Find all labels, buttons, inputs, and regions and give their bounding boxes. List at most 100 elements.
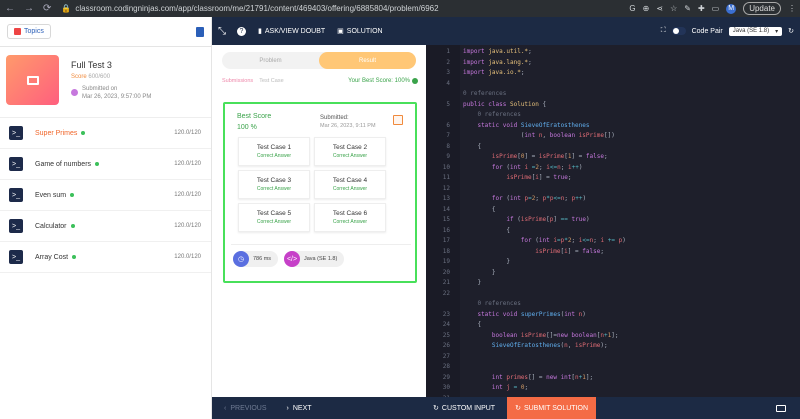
submit-solution-button[interactable]: ↻ SUBMIT SOLUTION	[507, 397, 596, 419]
code-text[interactable]: SieveOfEratosthenes(n, isPrime);	[463, 342, 608, 350]
code-editor[interactable]: 1 import java.util.*; 2 import java.lang.*;…	[426, 45, 800, 397]
line-number: 14	[442, 205, 450, 213]
test-case-card[interactable]: Test Case 2 Correct Answer	[314, 137, 386, 166]
problem-item[interactable]: >_ Array Cost 120.0/120	[0, 242, 211, 273]
update-button[interactable]: Update	[743, 2, 781, 15]
code-text[interactable]: isPrime[i] = true;	[463, 174, 571, 182]
code-text[interactable]: int primes[] = new int[n+1];	[463, 374, 593, 382]
previous-button[interactable]: ‹ PREVIOUS	[224, 405, 267, 412]
code-text[interactable]: {	[463, 206, 496, 214]
runtime-badge: ◷ 786 ms	[233, 251, 279, 267]
code-pair-toggle[interactable]	[671, 27, 686, 35]
tab-result[interactable]: Result	[319, 52, 416, 69]
sidebar-header: Topics	[0, 17, 211, 47]
line-number: 13	[442, 195, 450, 202]
problem-item[interactable]: >_ Super Primes 120.0/120	[0, 118, 211, 149]
code-text[interactable]: isPrime[0] = isPrime[1] = false;	[463, 153, 608, 161]
code-icon: </>	[284, 251, 300, 267]
problem-item[interactable]: >_ Calculator 120.0/120	[0, 211, 211, 242]
ask-doubt-button[interactable]: ▮ ASK/VIEW DOUBT	[258, 27, 325, 36]
test-case-status: Correct Answer	[256, 219, 292, 225]
zoom-icon[interactable]: ⊕	[643, 4, 650, 13]
keyboard-icon[interactable]	[776, 404, 786, 412]
code-text[interactable]: if (isPrime[p] == true)	[463, 216, 589, 224]
line-number: 4	[446, 79, 450, 87]
code-text[interactable]: (int n, boolean isPrime[])	[463, 132, 615, 140]
test-case-card[interactable]: Test Case 6 Correct Answer	[314, 203, 386, 232]
previous-label: PREVIOUS	[230, 404, 267, 412]
problem-score: 120.0/120	[174, 223, 201, 229]
fullscreen-icon[interactable]: ⛶	[661, 27, 666, 35]
code-text[interactable]: for (int i =2; i<=n; i++)	[463, 164, 583, 172]
code-text[interactable]: int j = 0;	[463, 384, 528, 392]
code-text[interactable]: 0 references	[463, 90, 506, 98]
extensions-icon[interactable]: ✚	[698, 4, 705, 13]
reload-icon[interactable]: ⟳	[43, 3, 51, 14]
code-text[interactable]: {	[463, 143, 481, 151]
best-score-text: Your Best Score: 100%	[348, 78, 410, 84]
expand-icon[interactable]: ⤡	[218, 26, 226, 37]
code-text[interactable]: for (int p=2; p*p<=n; p++)	[463, 195, 586, 203]
code-text[interactable]: public class Solution {	[463, 101, 546, 109]
best-score-summary: Your Best Score: 100%	[348, 78, 418, 84]
share-icon[interactable]: ⋖	[656, 4, 663, 13]
url-text[interactable]: classroom.codingninjas.com/app/classroom…	[75, 4, 438, 13]
code-text[interactable]: import java.io.*;	[463, 69, 524, 77]
code-text[interactable]: import java.util.*;	[463, 48, 532, 56]
code-text[interactable]: for (int i=p*2; i<=n; i += p)	[463, 237, 626, 245]
address-bar[interactable]: 🔒 classroom.codingninjas.com/app/classro…	[61, 4, 438, 13]
back-icon[interactable]: ←	[5, 3, 15, 14]
terminal-icon: >_	[9, 219, 23, 233]
code-text[interactable]: static void SieveOfEratosthenes	[463, 122, 589, 130]
sidebar-panel-icon[interactable]: ▭	[712, 4, 720, 13]
reset-icon[interactable]: ↻	[788, 27, 794, 35]
submitted-date: Mar 26, 2023, 9:57:00 PM	[82, 93, 152, 100]
line-number: 30	[442, 384, 450, 391]
problem-result-tabs: Problem Result	[222, 52, 416, 69]
profile-avatar[interactable]: M	[726, 3, 737, 14]
forward-icon[interactable]: →	[24, 3, 34, 14]
test-case-link[interactable]: Test Case	[259, 78, 283, 84]
test-case-card[interactable]: Test Case 1 Correct Answer	[238, 137, 310, 166]
code-text[interactable]: 0 references	[463, 300, 520, 308]
code-text[interactable]: }	[463, 269, 496, 277]
solved-dot	[72, 255, 77, 259]
next-button[interactable]: › NEXT	[287, 405, 312, 412]
test-case-name: Test Case 1	[256, 144, 292, 151]
extension-pen-icon[interactable]: ✎	[684, 4, 691, 13]
code-text[interactable]: {	[463, 321, 481, 329]
topics-button[interactable]: Topics	[7, 24, 51, 39]
problem-name: Game of numbers	[35, 160, 92, 168]
submissions-link[interactable]: Submissions	[222, 78, 253, 84]
code-text[interactable]: }	[463, 258, 510, 266]
line-number: 12	[442, 184, 450, 192]
custom-input-button[interactable]: ↻ CUSTOM INPUT	[433, 404, 495, 413]
help-icon[interactable]: ?	[237, 26, 246, 36]
code-text[interactable]: static void superPrimes(int n)	[463, 311, 585, 319]
language-select[interactable]: Java (SE 1.8) ▾	[728, 26, 783, 36]
code-text[interactable]: {	[463, 227, 510, 235]
code-text[interactable]: isPrime[i] = false;	[463, 248, 604, 256]
code-text[interactable]: }	[463, 279, 481, 287]
code-text[interactable]: import java.lang.*;	[463, 59, 532, 67]
bookmark-book-icon[interactable]	[196, 26, 204, 37]
problem-item[interactable]: >_ Game of numbers 120.0/120	[0, 149, 211, 180]
certificate-icon[interactable]	[393, 115, 403, 125]
line-number: 5	[446, 100, 450, 108]
bookmark-star-icon[interactable]: ☆	[670, 4, 677, 13]
test-case-card[interactable]: Test Case 3 Correct Answer	[238, 170, 310, 199]
test-case-card[interactable]: Test Case 5 Correct Answer	[238, 203, 310, 232]
code-text[interactable]: boolean isPrime[]=new boolean[n+1];	[463, 332, 619, 340]
info-icon[interactable]	[412, 78, 418, 84]
solved-dot	[81, 131, 86, 135]
test-case-name: Test Case 2	[332, 144, 368, 151]
test-case-card[interactable]: Test Case 4 Correct Answer	[314, 170, 386, 199]
tab-problem[interactable]: Problem	[222, 52, 319, 69]
browser-menu-icon[interactable]: ⋮	[788, 4, 796, 13]
problem-item[interactable]: >_ Even sum 120.0/120	[0, 180, 211, 211]
code-text[interactable]: 0 references	[463, 111, 520, 119]
google-icon[interactable]: G	[629, 4, 635, 13]
test-case-status: Correct Answer	[332, 186, 368, 192]
workspace-toolbar: ⤡ ? ▮ ASK/VIEW DOUBT ▣ SOLUTION ⛶ Code P…	[212, 17, 800, 45]
solution-button[interactable]: ▣ SOLUTION	[337, 27, 382, 36]
